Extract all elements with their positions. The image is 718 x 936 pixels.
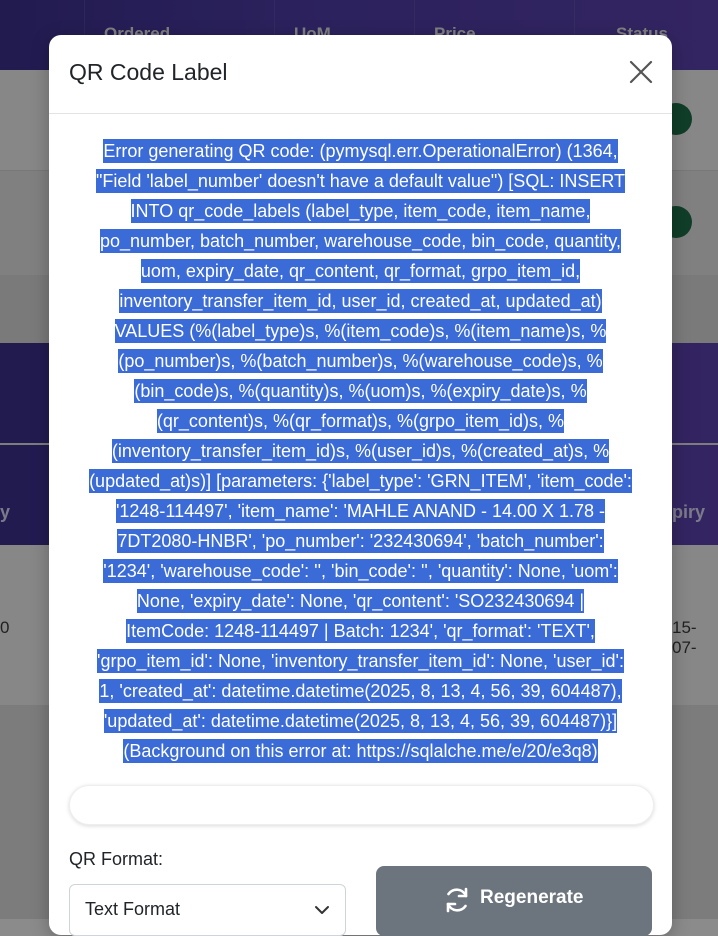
error-line: "Field 'label_number' doesn't have a def…	[95, 169, 626, 193]
error-line: (qr_content)s, %(qr_format)s, %(grpo_ite…	[156, 409, 565, 433]
error-line: '1248-114497', 'item_name': 'MAHLE ANAND…	[115, 499, 606, 523]
error-line: (Background on this error at: https://sq…	[123, 739, 598, 763]
close-icon	[629, 60, 653, 84]
error-line: 'updated_at': datetime.datetime(2025, 8,…	[103, 709, 618, 733]
error-line: INTO qr_code_labels (label_type, item_co…	[130, 199, 591, 223]
refresh-icon	[446, 887, 468, 913]
error-line: 1, 'created_at': datetime.datetime(2025,…	[99, 679, 622, 703]
error-line: 7DT2080-HNBR', 'po_number': '232430694',…	[117, 529, 604, 553]
error-line: 'grpo_item_id': None, 'inventory_transfe…	[97, 649, 624, 673]
regenerate-label: Regenerate	[480, 887, 584, 908]
error-line: (updated_at)s)] [parameters: {'label_typ…	[89, 469, 632, 493]
error-line: '1234', 'warehouse_code': '', 'bin_code'…	[103, 559, 618, 583]
modal-header: QR Code Label	[49, 35, 672, 114]
modal-title: QR Code Label	[69, 59, 228, 85]
error-line: ItemCode: 1248-114497 | Batch: 1234', 'q…	[126, 619, 595, 643]
error-line: VALUES (%(label_type)s, %(item_code)s, %…	[114, 319, 607, 343]
qr-code-display	[69, 785, 654, 825]
error-line: uom, expiry_date, qr_content, qr_format,…	[140, 259, 581, 283]
error-line: None, 'expiry_date': None, 'qr_content':…	[136, 589, 585, 613]
qr-format-label: QR Format:	[69, 849, 164, 869]
qr-code-modal: QR Code Label Error generating QR code: …	[49, 35, 672, 936]
error-line: (po_number)s, %(batch_number)s, %(wareho…	[118, 349, 603, 373]
error-message: Error generating QR code: (pymysql.err.O…	[65, 136, 656, 766]
close-button[interactable]	[628, 59, 654, 85]
error-line: po_number, batch_number, warehouse_code,…	[99, 229, 622, 253]
qr-format-value: Text Format	[85, 899, 181, 919]
qr-format-select[interactable]: Text Format	[69, 884, 346, 936]
regenerate-button[interactable]: Regenerate	[376, 866, 652, 936]
error-line: inventory_transfer_item_id, user_id, cre…	[119, 289, 602, 313]
error-line: (bin_code)s, %(quantity)s, %(uom)s, %(ex…	[134, 379, 587, 403]
error-line: (inventory_transfer_item_id)s, %(user_id…	[111, 439, 610, 463]
error-line: Error generating QR code: (pymysql.err.O…	[103, 139, 618, 163]
chevron-down-icon	[315, 906, 329, 914]
